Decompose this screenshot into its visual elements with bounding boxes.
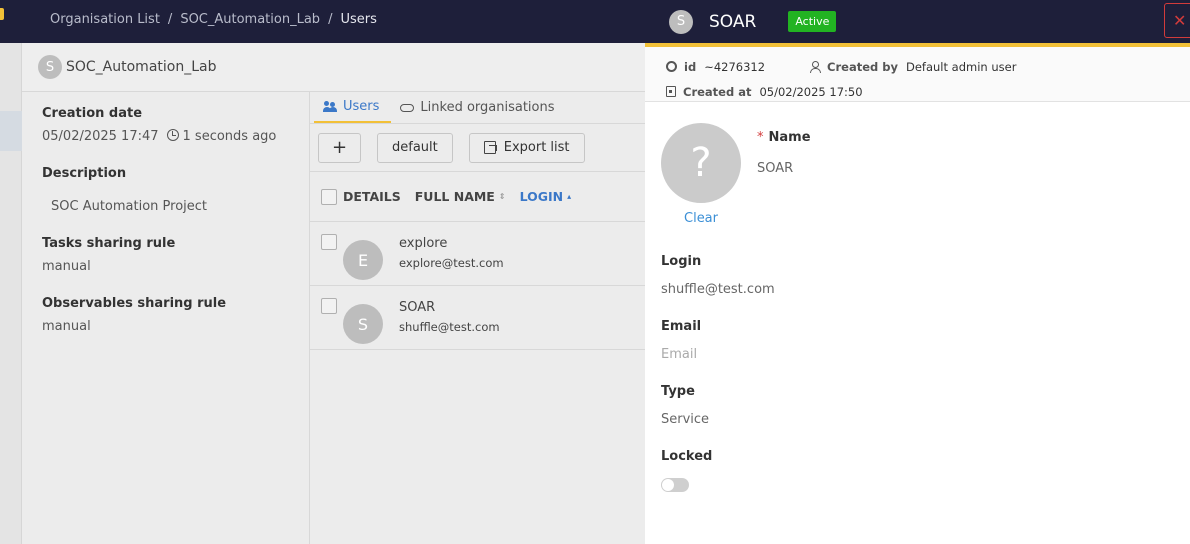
table-header: DETAILS FULL NAME ⇕ LOGIN ▴ (310, 172, 645, 222)
breadcrumb-separator: / (167, 12, 173, 27)
select-all-checkbox[interactable] (321, 188, 337, 205)
name-label: Name (768, 130, 811, 145)
breadcrumb-separator: / (328, 12, 333, 27)
required-marker: * (757, 130, 764, 145)
export-icon (483, 141, 497, 154)
type-field: Type Service (661, 384, 1174, 427)
organisation-details: Creation date 05/02/2025 17:47 1 seconds … (22, 92, 310, 544)
login-value[interactable]: shuffle@test.com (661, 282, 1174, 297)
creation-date-label: Creation date (42, 106, 143, 121)
email-label: Email (661, 319, 702, 334)
description-value: SOC Automation Project (51, 199, 208, 214)
tasks-sharing-rule-label: Tasks sharing rule (42, 236, 176, 251)
export-list-label: Export list (503, 140, 570, 155)
tab-linked-organisations[interactable]: Linked organisations (391, 92, 566, 123)
user-metadata: id ~4276312 Created by Default admin use… (645, 47, 1190, 102)
table-row[interactable]: S SOAR shuffle@test.com (310, 286, 645, 350)
avatar-upload[interactable]: ? (661, 123, 741, 203)
link-icon (400, 103, 415, 112)
close-icon: ✕ (1173, 11, 1187, 30)
status-badge: Active (788, 11, 837, 32)
left-sidebar (0, 43, 22, 544)
type-label: Type (661, 384, 695, 399)
user-name[interactable]: explore (399, 236, 504, 251)
description-label: Description (42, 166, 127, 181)
user-details-drawer: S SOAR Active ✕ id ~4276312 Created by D… (645, 0, 1190, 544)
user-form: ? Clear * Name SOAR Login shuffle@test.co… (645, 102, 1190, 513)
calendar-icon (666, 86, 676, 97)
drawer-title: SOAR (709, 11, 757, 32)
locked-field: Locked (661, 449, 1174, 492)
tab-users-label: Users (343, 99, 380, 114)
sort-icon: ⇕ (498, 191, 506, 201)
locked-label: Locked (661, 449, 713, 464)
created-at-value: 05/02/2025 17:50 (759, 84, 863, 99)
table-row[interactable]: E explore explore@test.com (310, 222, 645, 286)
column-login-label: LOGIN (519, 189, 564, 204)
user-avatar: S (669, 9, 693, 34)
created-by-value: Default admin user (905, 59, 1017, 74)
column-full-name[interactable]: FULL NAME ⇕ (415, 189, 506, 204)
tab-linked-label: Linked organisations (420, 100, 555, 115)
user-email: shuffle@test.com (399, 320, 500, 334)
organisation-header: S SOC_Automation_Lab (22, 43, 645, 92)
user-icon (809, 61, 822, 73)
clear-avatar-link[interactable]: Clear (661, 211, 741, 226)
gear-icon (666, 61, 677, 72)
close-button[interactable]: ✕ (1164, 3, 1190, 38)
export-list-button[interactable]: Export list (468, 132, 585, 163)
observables-sharing-rule-label: Observables sharing rule (42, 296, 227, 311)
row-checkbox[interactable] (321, 234, 337, 250)
app-logo[interactable] (0, 8, 4, 20)
column-login[interactable]: LOGIN ▴ (520, 189, 572, 204)
tab-bar: Users Linked organisations (310, 92, 645, 124)
organisation-title: SOC_Automation_Lab (66, 59, 217, 75)
observables-sharing-rule-value: manual (42, 319, 91, 334)
creation-ago: 1 seconds ago (182, 129, 277, 144)
breadcrumb-current: Users (340, 12, 377, 27)
breadcrumb-organisation-list[interactable]: Organisation List (50, 12, 160, 27)
organisation-avatar: S (38, 55, 62, 79)
users-toolbar: + default Export list (310, 124, 645, 172)
users-panel: Users Linked organisations + default Exp… (310, 92, 645, 544)
email-input[interactable]: Email (661, 347, 1174, 362)
avatar: E (343, 240, 383, 280)
id-value: ~4276312 (704, 59, 766, 74)
sort-ascending-icon: ▴ (567, 191, 572, 201)
name-value[interactable]: SOAR (757, 161, 811, 176)
row-checkbox[interactable] (321, 298, 337, 314)
creation-date-value: 05/02/2025 17:47 1 seconds ago (42, 129, 289, 144)
user-email: explore@test.com (399, 256, 504, 270)
id-label: id (684, 59, 697, 74)
tab-users[interactable]: Users (314, 92, 392, 123)
name-field: * Name SOAR (757, 130, 811, 176)
type-value[interactable]: Service (661, 412, 1174, 427)
column-full-name-label: FULL NAME (414, 189, 495, 204)
profile-filter-button[interactable]: default (377, 132, 453, 163)
created-at-label: Created at (683, 84, 752, 99)
avatar: S (343, 304, 383, 344)
created-by-label: Created by (827, 59, 898, 74)
sidebar-item-active[interactable] (0, 111, 22, 151)
breadcrumb: Organisation List / SOC_Automation_Lab /… (50, 12, 377, 27)
add-user-button[interactable]: + (318, 132, 361, 163)
tasks-sharing-rule-value: manual (42, 259, 91, 274)
breadcrumb-organisation[interactable]: SOC_Automation_Lab (180, 12, 320, 27)
clock-icon (166, 129, 179, 141)
email-field: Email Email (661, 319, 1174, 362)
locked-toggle[interactable] (661, 478, 689, 492)
creation-date: 05/02/2025 17:47 (42, 129, 159, 144)
users-icon (323, 100, 337, 113)
login-label: Login (661, 254, 702, 269)
column-details: DETAILS (343, 189, 401, 204)
login-field: Login shuffle@test.com (661, 254, 1174, 297)
drawer-header: S SOAR Active ✕ (645, 0, 1190, 43)
user-name[interactable]: SOAR (399, 300, 500, 315)
